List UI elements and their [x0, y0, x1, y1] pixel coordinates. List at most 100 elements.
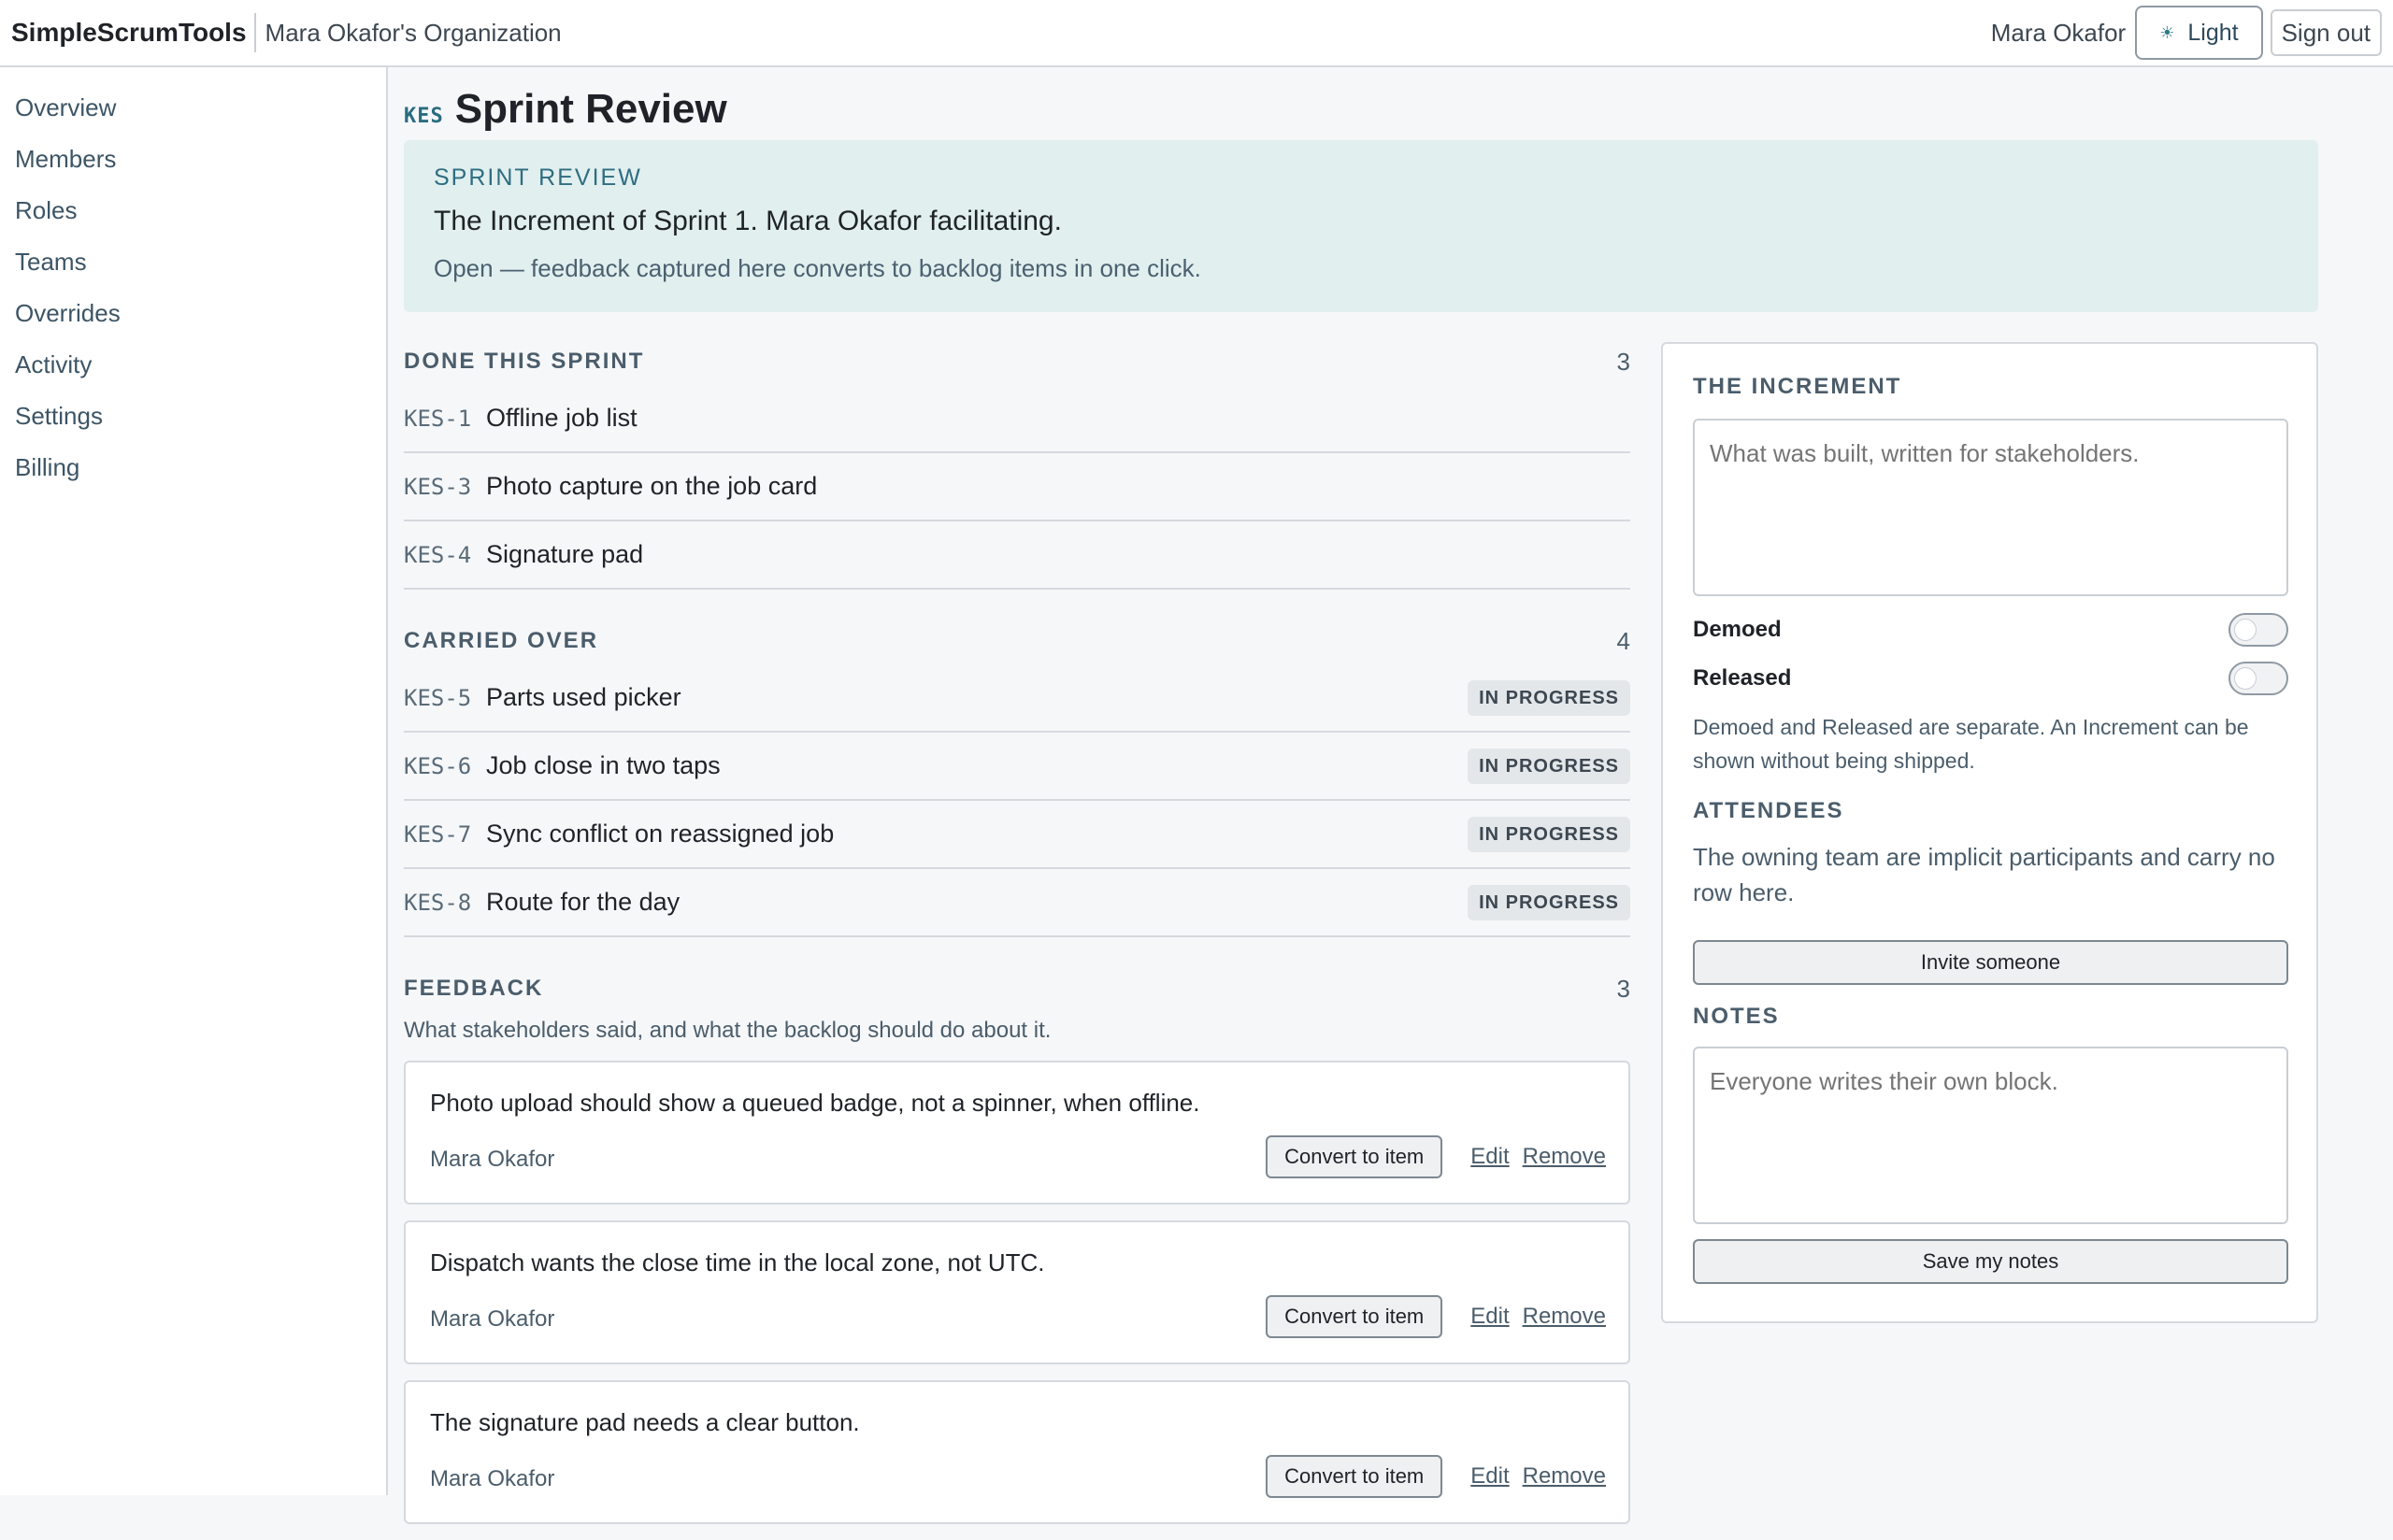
feedback-count: 3 [1616, 974, 1630, 1003]
status-badge: IN PROGRESS [1468, 816, 1630, 852]
status-badge: IN PROGRESS [1468, 884, 1630, 920]
item-title[interactable]: Offline job list [486, 404, 638, 433]
increment-title: THE INCREMENT [1693, 374, 1902, 399]
feedback-description: What stakeholders said, and what the bac… [404, 1018, 1052, 1043]
sidebar-item-overview[interactable]: Overview [0, 82, 386, 134]
feedback-author: Mara Okafor [430, 1147, 555, 1172]
status-banner: SPRINT REVIEW The Increment of Sprint 1.… [404, 140, 2318, 312]
page-title: Sprint Review [454, 86, 727, 132]
item-key: KES-3 [404, 473, 472, 500]
released-label: Released [1693, 665, 1792, 691]
demoed-toggle[interactable] [2228, 613, 2288, 647]
invite-someone-button[interactable]: Invite someone [1693, 940, 2288, 985]
item-title[interactable]: Route for the day [486, 888, 680, 917]
done-item-row[interactable]: KES-1 Offline job list [404, 385, 1630, 453]
attendees-title: ATTENDEES [1693, 798, 1844, 823]
remove-link[interactable]: Remove [1523, 1463, 1606, 1490]
carried-section-header: CARRIED OVER 4 [404, 618, 1630, 664]
project-key: KES [404, 105, 444, 128]
notes-textarea[interactable] [1693, 1047, 2288, 1224]
carried-item-row[interactable]: KES-5 Parts used picker IN PROGRESS [404, 664, 1630, 733]
item-key: KES-7 [404, 820, 472, 848]
sidebar-item-roles[interactable]: Roles [0, 185, 386, 236]
org-name: Mara Okafor's Organization [265, 18, 562, 47]
increment-note: Demoed and Released are separate. An Inc… [1693, 715, 2249, 773]
increment-panel: THE INCREMENT Demoed Released Demoed and… [1661, 342, 2318, 1323]
banner-subtext: Open — feedback captured here converts t… [434, 254, 1201, 282]
done-section-header: DONE THIS SPRINT 3 [404, 338, 1630, 385]
item-title[interactable]: Signature pad [486, 540, 643, 569]
edit-link[interactable]: Edit [1470, 1304, 1509, 1330]
increment-textarea[interactable] [1693, 419, 2288, 596]
convert-to-item-button[interactable]: Convert to item [1266, 1295, 1443, 1338]
remove-link[interactable]: Remove [1523, 1304, 1606, 1330]
feedback-card: The signature pad needs a clear button. … [404, 1380, 1630, 1524]
item-key: KES-1 [404, 405, 472, 432]
edit-link[interactable]: Edit [1470, 1463, 1509, 1490]
banner-eyebrow: SPRINT REVIEW [434, 164, 642, 191]
feedback-text: Photo upload should show a queued badge,… [430, 1089, 1200, 1117]
feedback-actions: Convert to item Edit Remove [1266, 1295, 1606, 1338]
review-items-column: DONE THIS SPRINT 3 KES-1 Offline job lis… [404, 338, 1630, 1540]
sidebar-item-activity[interactable]: Activity [0, 339, 386, 391]
sun-icon: ☀ [2159, 22, 2175, 42]
remove-link[interactable]: Remove [1523, 1144, 1606, 1170]
done-item-row[interactable]: KES-4 Signature pad [404, 521, 1630, 590]
save-notes-button[interactable]: Save my notes [1693, 1239, 2288, 1284]
sidebar-item-members[interactable]: Members [0, 134, 386, 185]
item-title[interactable]: Job close in two taps [486, 751, 721, 780]
done-item-row[interactable]: KES-3 Photo capture on the job card [404, 453, 1630, 521]
carried-section-title: CARRIED OVER [404, 628, 599, 653]
item-key: KES-4 [404, 541, 472, 568]
carried-item-row[interactable]: KES-7 Sync conflict on reassigned job IN… [404, 801, 1630, 869]
top-bar: SimpleScrumTools Mara Okafor's Organizat… [0, 0, 2393, 67]
feedback-section-header: FEEDBACK 3 [404, 965, 1630, 1012]
feedback-author: Mara Okafor [430, 1306, 555, 1332]
convert-to-item-button[interactable]: Convert to item [1266, 1135, 1443, 1178]
convert-to-item-button[interactable]: Convert to item [1266, 1455, 1443, 1498]
item-key: KES-6 [404, 752, 472, 779]
status-badge: IN PROGRESS [1468, 679, 1630, 716]
banner-headline: The Increment of Sprint 1. Mara Okafor f… [434, 206, 1062, 236]
feedback-section-title: FEEDBACK [404, 976, 544, 1001]
released-toggle[interactable] [2228, 662, 2288, 695]
item-key: KES-8 [404, 889, 472, 916]
feedback-text: The signature pad needs a clear button. [430, 1408, 860, 1436]
demoed-label: Demoed [1693, 617, 1782, 642]
attendees-text: The owning team are implicit participant… [1693, 843, 2275, 906]
sidebar-item-settings[interactable]: Settings [0, 391, 386, 442]
theme-toggle-button[interactable]: ☀ Light [2135, 6, 2263, 60]
feedback-actions: Convert to item Edit Remove [1266, 1135, 1606, 1178]
item-title[interactable]: Parts used picker [486, 683, 681, 712]
feedback-text: Dispatch wants the close time in the loc… [430, 1248, 1045, 1276]
sidebar: Overview Members Roles Teams Overrides A… [0, 67, 388, 1495]
page-header: KES Sprint Review [404, 86, 727, 133]
notes-title: NOTES [1693, 1004, 1780, 1029]
theme-label: Light [2187, 19, 2239, 46]
sidebar-item-teams[interactable]: Teams [0, 236, 386, 288]
app-name[interactable]: SimpleScrumTools [11, 18, 254, 48]
carried-count: 4 [1616, 626, 1630, 655]
edit-link[interactable]: Edit [1470, 1144, 1509, 1170]
feedback-author: Mara Okafor [430, 1466, 555, 1491]
feedback-actions: Convert to item Edit Remove [1266, 1455, 1606, 1498]
sign-out-button[interactable]: Sign out [2270, 9, 2382, 56]
done-section-title: DONE THIS SPRINT [404, 349, 645, 374]
brand-divider [253, 13, 256, 52]
item-title[interactable]: Sync conflict on reassigned job [486, 820, 834, 848]
carried-item-row[interactable]: KES-8 Route for the day IN PROGRESS [404, 869, 1630, 937]
done-count: 3 [1616, 347, 1630, 376]
released-row: Released [1693, 660, 2288, 697]
toggle-knob [2234, 619, 2257, 641]
demoed-row: Demoed [1693, 611, 2288, 649]
item-title[interactable]: Photo capture on the job card [486, 472, 817, 501]
top-right-controls: Mara Okafor ☀ Light Sign out [1991, 6, 2382, 60]
sidebar-item-overrides[interactable]: Overrides [0, 288, 386, 339]
sidebar-item-billing[interactable]: Billing [0, 442, 386, 493]
toggle-knob [2234, 667, 2257, 690]
item-key: KES-5 [404, 684, 472, 711]
user-name: Mara Okafor [1990, 18, 2127, 47]
feedback-card: Dispatch wants the close time in the loc… [404, 1220, 1630, 1364]
carried-item-row[interactable]: KES-6 Job close in two taps IN PROGRESS [404, 733, 1630, 801]
status-badge: IN PROGRESS [1468, 748, 1630, 784]
